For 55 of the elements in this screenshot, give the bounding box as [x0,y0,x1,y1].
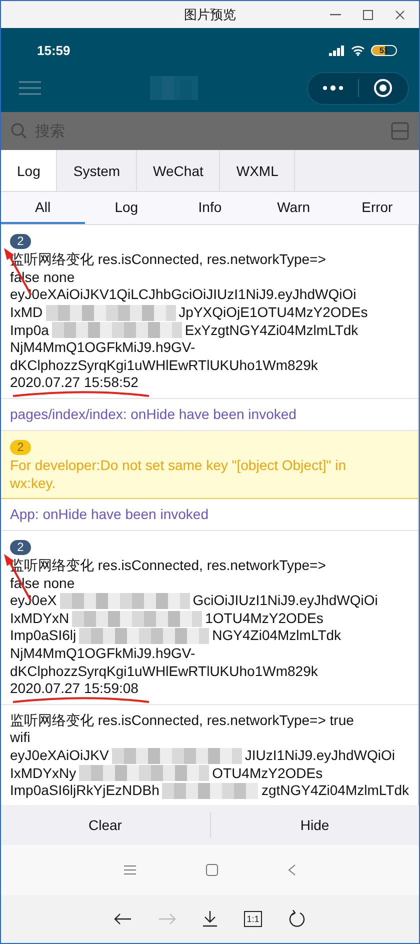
download-icon[interactable] [202,911,218,927]
wifi-icon [351,44,365,56]
log-text: IxMD [10,304,43,322]
search-icon [11,123,27,139]
filter-tab[interactable]: Error [335,192,419,224]
filter-tab[interactable]: Info [168,192,252,224]
log-text: dKClphozzSyrqKgi1uWHlEwRTlUKUho1Wm829k [10,662,318,680]
count-badge: 2 [10,540,31,556]
log-text: For developer:Do not set same key "[object Object]" in wx:key. [10,456,347,492]
count-badge: 2 [10,234,31,250]
log-text: Imp0aSI6lj [10,627,76,645]
back-arrow-icon[interactable] [114,913,132,925]
home-icon[interactable] [206,864,218,876]
log-text: eyJ0eX [10,592,57,610]
log-text: App: onHide have been invoked [10,506,210,524]
log-text: JpYXQiOjE1OTU4MzY2ODEs [178,304,368,322]
log-text: 监听网络变化 res.isConnected, res.networkType=> true [10,712,354,730]
log-text: NjM4MmQ1OGFkMiJ9.h9GV- [10,339,196,357]
back-icon[interactable] [288,864,296,876]
log-text: GciOiJIUzI1NiJ9.eyJhdWQiOi [192,592,378,610]
log-text: wifi [10,729,30,747]
log-text: OTU4MzY2ODEs [212,764,323,782]
filter-tab[interactable]: Log [84,192,168,224]
log-text: eyJ0eXAiOiJKV [10,746,109,765]
log-text: IxMDYxNy [10,764,76,782]
log-text: pages/index/index: onHide have been invoked [10,406,298,424]
minimize-icon[interactable] [330,14,341,16]
status-time: 15:59 [37,42,70,58]
filter-tab[interactable]: Warn [252,192,336,224]
close-icon[interactable] [395,10,405,20]
tab[interactable]: Log [1,150,58,191]
hide-button[interactable]: Hide [210,805,419,845]
log-text: eyJ0eXAiOiJKV1QiLCJhbGciOiJIUzI1NiJ9.eyJhdWQiOi [10,286,356,304]
log-text: IxMDYxN [10,610,70,628]
log-text: JIUzI1NiJ9.eyJhdWQiOi [244,746,395,765]
window-title: 图片预览 [184,6,236,24]
log-timestamp: 2020.07.27 15:58:52 [10,374,138,392]
clear-button[interactable]: Clear [1,805,210,845]
log-text: 1OTU4MzY2ODEs [205,610,324,628]
target-icon[interactable] [373,78,394,98]
log-text: NGY4Zi04MzlmLTdk [212,627,342,645]
log-text: NjM4MmQ1OGFkMiJ9.h9GV- [10,644,196,663]
rotate-icon[interactable] [288,910,306,928]
log-timestamp: 2020.07.27 15:59:08 [10,680,138,698]
maximize-icon[interactable] [363,10,373,20]
more-icon[interactable] [322,85,344,91]
actual-size-button[interactable]: 1:1 [244,911,262,927]
log-text: zgtNGY4Zi04MzlmLTdk [261,782,409,800]
log-text: ExYzgtNGY4Zi04MzlmLTdk [184,322,358,340]
log-text: dKClphozzSyrqKgi1uWHlEwRTlUKUho1Wm829k [10,356,318,374]
log-text: Imp0a [10,322,49,340]
count-badge: 2 [10,440,31,455]
menu-icon[interactable] [124,865,136,875]
signal-icon [329,44,345,56]
log-text: Imp0aSI6ljRkYjEzNDBh [10,782,160,800]
